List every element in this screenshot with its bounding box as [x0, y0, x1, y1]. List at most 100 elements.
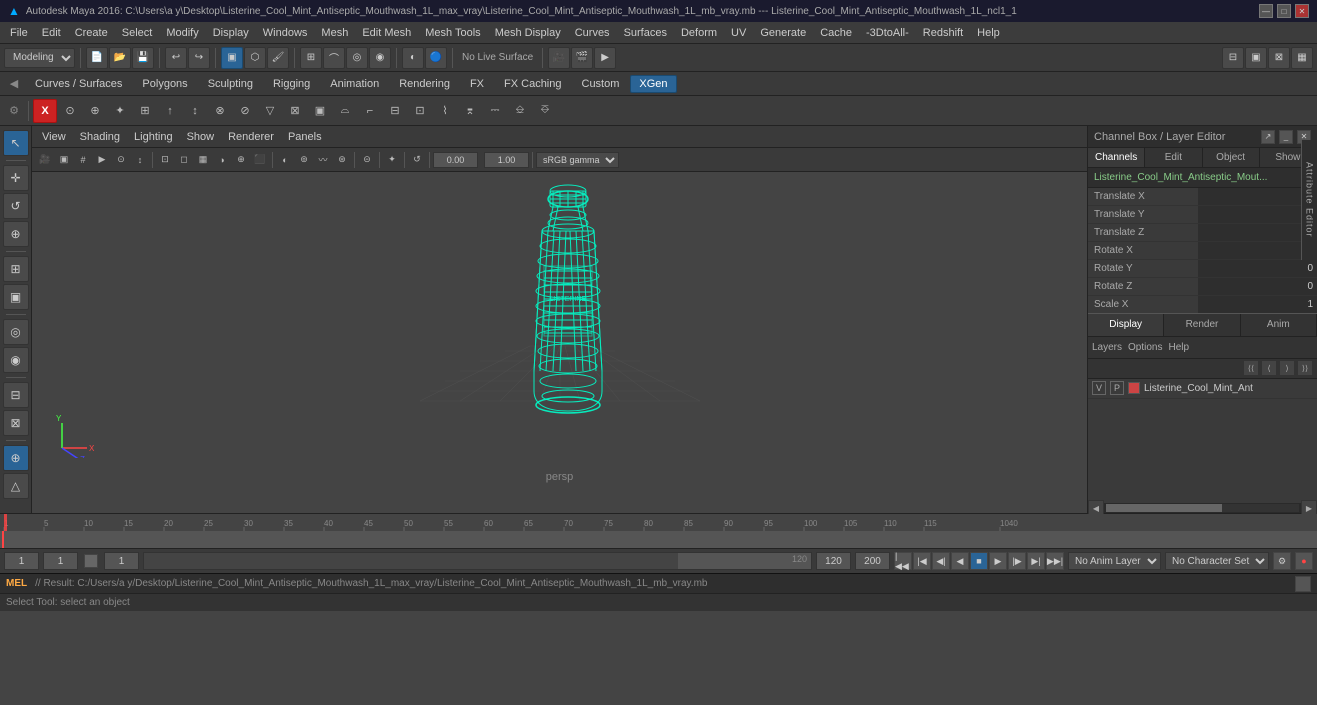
- icon-tool-17[interactable]: ⌆: [458, 99, 482, 123]
- vpt-motion-blur[interactable]: 〰: [314, 151, 332, 169]
- layer-visibility-toggle[interactable]: V: [1092, 381, 1106, 395]
- icon-tool-6[interactable]: ↕: [183, 99, 207, 123]
- tab-rigging[interactable]: Rigging: [264, 75, 319, 93]
- display-settings-btn[interactable]: ⊟: [1222, 47, 1244, 69]
- gamma-select[interactable]: sRGB gamma: [536, 152, 619, 168]
- multi-cut[interactable]: ⊠: [3, 410, 29, 436]
- move-tool[interactable]: ✛: [3, 165, 29, 191]
- icon-tool-8[interactable]: ⊘: [233, 99, 257, 123]
- select-tool-btn[interactable]: ▣: [221, 47, 243, 69]
- vpt-camera-attr[interactable]: ✦: [383, 151, 401, 169]
- tab-sculpting[interactable]: Sculpting: [199, 75, 262, 93]
- menu-redshift[interactable]: Redshift: [917, 25, 969, 41]
- vpt-dof[interactable]: ⊚: [295, 151, 313, 169]
- undo-btn[interactable]: ↩: [165, 47, 187, 69]
- soft-mod-tool[interactable]: ⊞: [3, 256, 29, 282]
- menu-edit[interactable]: Edit: [36, 25, 67, 41]
- mode-dropdown[interactable]: Modeling: [4, 48, 75, 68]
- tab-polygons[interactable]: Polygons: [133, 75, 196, 93]
- channel-rotate-x[interactable]: Rotate X 0: [1088, 242, 1317, 260]
- menu-curves[interactable]: Curves: [569, 25, 616, 41]
- snap-grid-btn[interactable]: ⊞: [300, 47, 322, 69]
- layer-menu-options[interactable]: Options: [1128, 342, 1162, 353]
- channel-rotate-z[interactable]: Rotate Z 0: [1088, 278, 1317, 296]
- prev-key-btn[interactable]: ◀|: [932, 552, 950, 570]
- ch-val-ry[interactable]: 0: [1198, 260, 1317, 277]
- next-key-btn[interactable]: |▶: [1008, 552, 1026, 570]
- vp-menu-lighting[interactable]: Lighting: [128, 129, 179, 145]
- ipr-btn[interactable]: ▶: [594, 47, 616, 69]
- channel-translate-z[interactable]: Translate Z 0: [1088, 224, 1317, 242]
- vpt-smooth[interactable]: ◻: [175, 151, 193, 169]
- icon-tool-9[interactable]: ▽: [258, 99, 282, 123]
- vpt-lighting-mode[interactable]: ◑: [213, 151, 231, 169]
- vpt-grid[interactable]: #: [74, 151, 92, 169]
- status-icon[interactable]: [1295, 576, 1311, 592]
- timeline-ruler[interactable]: 1 5 10 15 20 25 30 35 40 45 50: [0, 514, 1317, 531]
- icon-tool-2[interactable]: ⊕: [83, 99, 107, 123]
- vpt-pick-walk[interactable]: ↕: [131, 151, 149, 169]
- camera-btn[interactable]: 🎥: [548, 47, 570, 69]
- paint-select-tool[interactable]: ◉: [3, 347, 29, 373]
- aspect-btn[interactable]: ⊠: [1268, 47, 1290, 69]
- channel-scale-x[interactable]: Scale X 1: [1088, 296, 1317, 313]
- start-frame-input[interactable]: 1: [4, 552, 39, 570]
- snap-point-btn[interactable]: ◎: [346, 47, 368, 69]
- vpt-rotate-x[interactable]: ↺: [408, 151, 426, 169]
- snap-curve-btn[interactable]: ⌒: [323, 47, 345, 69]
- menu-modify[interactable]: Modify: [160, 25, 204, 41]
- toggle-x-btn[interactable]: X: [33, 99, 57, 123]
- vp-menu-shading[interactable]: Shading: [74, 129, 126, 145]
- ch-val-rz[interactable]: 0: [1198, 278, 1317, 295]
- close-button[interactable]: ✕: [1295, 4, 1309, 18]
- tab-xgen[interactable]: XGen: [630, 75, 676, 93]
- vpt-ssao[interactable]: ◐: [276, 151, 294, 169]
- skip-to-start-btn[interactable]: |◀◀: [894, 552, 912, 570]
- end-frame-input[interactable]: 120: [816, 552, 851, 570]
- vp-menu-renderer[interactable]: Renderer: [222, 129, 280, 145]
- step-back-btn[interactable]: |◀: [913, 552, 931, 570]
- attr-editor-side-tab[interactable]: Attribute Editor: [1301, 140, 1317, 260]
- menu-uv[interactable]: UV: [725, 25, 752, 41]
- icon-tool-20[interactable]: ⎑: [533, 99, 557, 123]
- menu-windows[interactable]: Windows: [257, 25, 314, 41]
- menu-mesh[interactable]: Mesh: [315, 25, 354, 41]
- layer-color-swatch[interactable]: [1128, 382, 1140, 394]
- menu-generate[interactable]: Generate: [754, 25, 812, 41]
- tab-object[interactable]: Object: [1203, 148, 1260, 167]
- icon-tool-19[interactable]: ⎒: [508, 99, 532, 123]
- vp-menu-show[interactable]: Show: [181, 129, 221, 145]
- vpt-exposure[interactable]: ⊕: [232, 151, 250, 169]
- float-btn[interactable]: ↗: [1261, 130, 1275, 144]
- viewport-canvas[interactable]: LISTERINE persp X Y Z: [32, 172, 1087, 491]
- make-live-btn[interactable]: ◐: [402, 47, 424, 69]
- tab-render[interactable]: Render: [1164, 314, 1240, 336]
- snap-view-btn[interactable]: ◉: [369, 47, 391, 69]
- vpt-isolate[interactable]: ⊝: [358, 151, 376, 169]
- vpt-shadows[interactable]: ⬛: [251, 151, 269, 169]
- layer-nav-first[interactable]: ⟨⟨: [1243, 360, 1259, 376]
- tab-fx-caching[interactable]: FX Caching: [495, 75, 570, 93]
- max-frame-input[interactable]: 200: [855, 552, 890, 570]
- redo-btn[interactable]: ↪: [188, 47, 210, 69]
- icon-tool-1[interactable]: ⊙: [58, 99, 82, 123]
- tab-curves-surfaces[interactable]: Curves / Surfaces: [26, 75, 131, 93]
- ch-val-tx[interactable]: 0: [1198, 188, 1317, 205]
- minimize-button[interactable]: —: [1259, 4, 1273, 18]
- menu-deform[interactable]: Deform: [675, 25, 723, 41]
- settings-icon[interactable]: ⚙: [4, 101, 24, 121]
- coord-y-input[interactable]: 1.00: [484, 152, 529, 168]
- tab-animation[interactable]: Animation: [321, 75, 388, 93]
- scale-tool[interactable]: ⊕: [3, 221, 29, 247]
- vp-menu-view[interactable]: View: [36, 129, 72, 145]
- timeline-range[interactable]: 120: [143, 552, 812, 570]
- vpt-textured[interactable]: ▦: [194, 151, 212, 169]
- collapse-btn[interactable]: ◀: [4, 77, 24, 90]
- layer-nav-last[interactable]: ⟩⟩: [1297, 360, 1313, 376]
- prefs-btn[interactable]: ⚙: [1273, 552, 1291, 570]
- auto-key-btn[interactable]: ●: [1295, 552, 1313, 570]
- ch-val-tz[interactable]: 0: [1198, 224, 1317, 241]
- menu-3dtoall[interactable]: -3DtoAll-: [860, 25, 915, 41]
- skip-to-end-btn[interactable]: ▶▶|: [1046, 552, 1064, 570]
- icon-tool-14[interactable]: ⊟: [383, 99, 407, 123]
